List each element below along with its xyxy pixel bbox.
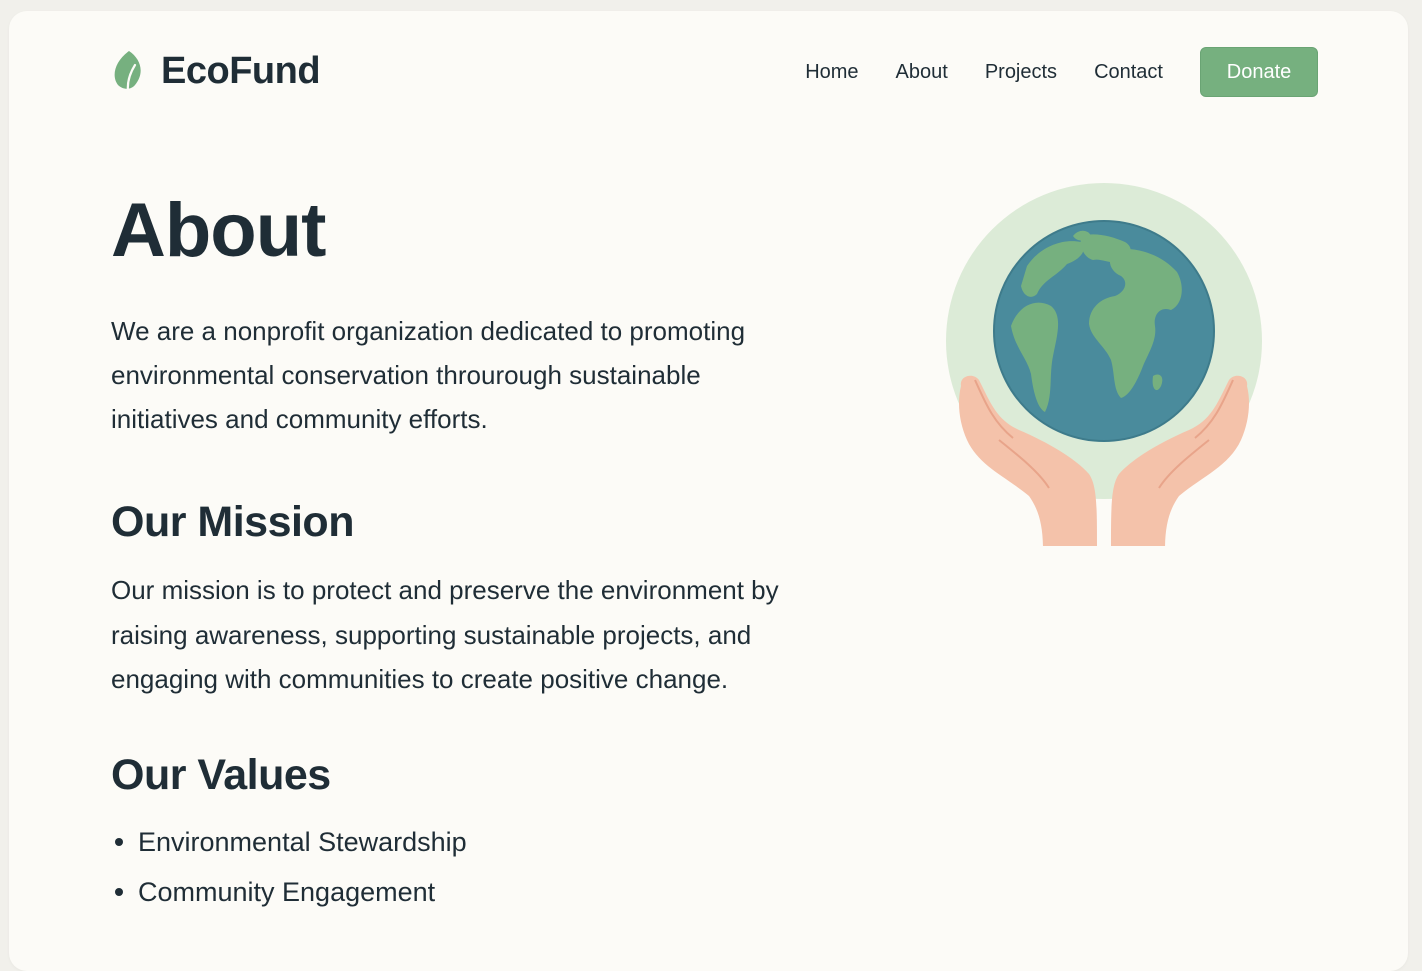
list-item: Environmental Stewardship	[111, 817, 791, 867]
page-card: EcoFund Home About Projects Contact Dona…	[9, 11, 1408, 971]
brand-logo[interactable]: EcoFund	[111, 49, 321, 93]
about-intro-text: We are a nonprofit organization dedicate…	[111, 316, 746, 434]
nav-link-contact[interactable]: Contact	[1094, 61, 1163, 84]
brand-name: EcoFund	[161, 49, 321, 92]
list-item: Community Engagement	[111, 867, 791, 917]
mission-text: Our mission is to protect and preserve t…	[111, 575, 779, 694]
value-label: Community Engagement	[138, 876, 436, 907]
donate-button[interactable]: Donate	[1200, 47, 1318, 97]
bullet-icon	[115, 887, 123, 896]
page-title: About	[111, 188, 326, 273]
nav-link-home[interactable]: Home	[805, 61, 858, 84]
values-list: Environmental Stewardship Community Enga…	[111, 817, 791, 917]
main-content: About We are a nonprofit organization de…	[111, 181, 791, 917]
bullet-icon	[115, 837, 123, 846]
nav-link-about[interactable]: About	[896, 61, 948, 84]
leaf-icon	[114, 51, 141, 93]
mission-heading: Our Mission	[111, 498, 354, 546]
nav-link-projects[interactable]: Projects	[985, 61, 1057, 84]
hands-holding-earth-icon	[946, 183, 1262, 546]
value-label: Environmental Stewardship	[138, 826, 467, 857]
main-nav: Home About Projects Contact Donate	[805, 47, 1318, 97]
values-heading: Our Values	[111, 750, 331, 799]
